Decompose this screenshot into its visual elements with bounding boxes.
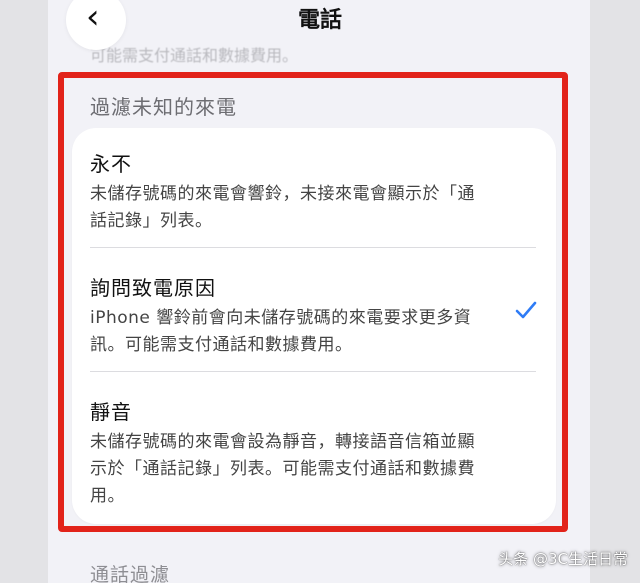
highlight-frame	[58, 72, 568, 532]
call-screening-header: 通話過濾	[90, 564, 171, 583]
right-margin	[590, 0, 640, 583]
previous-section-footer: 可能需支付通話和數據費用。	[90, 46, 299, 65]
page-title: 電話	[297, 8, 342, 33]
left-margin	[0, 0, 48, 583]
watermark: 头条 @3C生活日常	[498, 550, 628, 568]
phone-settings-screen: 可能需支付通話和數據費用。 ‹ 電話 過濾未知的來電 永不 未儲存號碼的來電會響…	[0, 0, 640, 583]
